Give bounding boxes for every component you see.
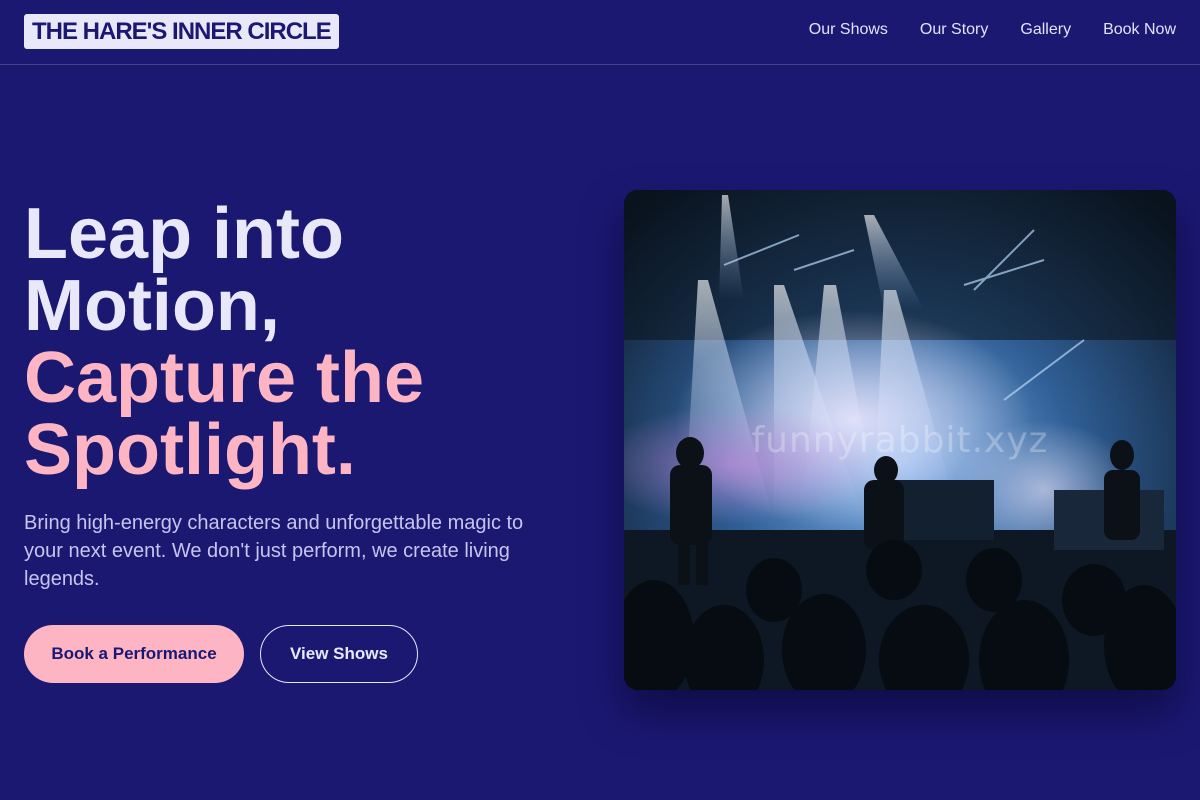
site-logo[interactable]: THE HARE'S INNER CIRCLE [24,14,339,49]
headline-line-2: Motion, [24,266,280,346]
main-nav: Our Shows Our Story Gallery Book Now [809,20,1176,40]
nav-link-gallery[interactable]: Gallery [1020,20,1071,40]
book-performance-button[interactable]: Book a Performance [24,625,244,683]
hero-headline: Leap into Motion, Capture the Spotlight. [24,198,584,486]
top-navbar: THE HARE'S INNER CIRCLE Our Shows Our St… [0,0,1200,65]
nav-link-our-shows[interactable]: Our Shows [809,20,888,40]
headline-accent-line-1: Capture the [24,338,425,418]
nav-link-our-story[interactable]: Our Story [920,20,988,40]
headline-accent-line-2: Spotlight. [24,410,356,490]
image-watermark: funnyrabbit.xyz [751,420,1049,461]
headline-line-1: Leap into [24,194,344,274]
nav-link-book-now[interactable]: Book Now [1103,20,1176,40]
view-shows-button[interactable]: View Shows [260,625,418,683]
hero-description: Bring high-energy characters and unforge… [24,512,524,590]
concert-photo: funnyrabbit.xyz [624,190,1176,690]
